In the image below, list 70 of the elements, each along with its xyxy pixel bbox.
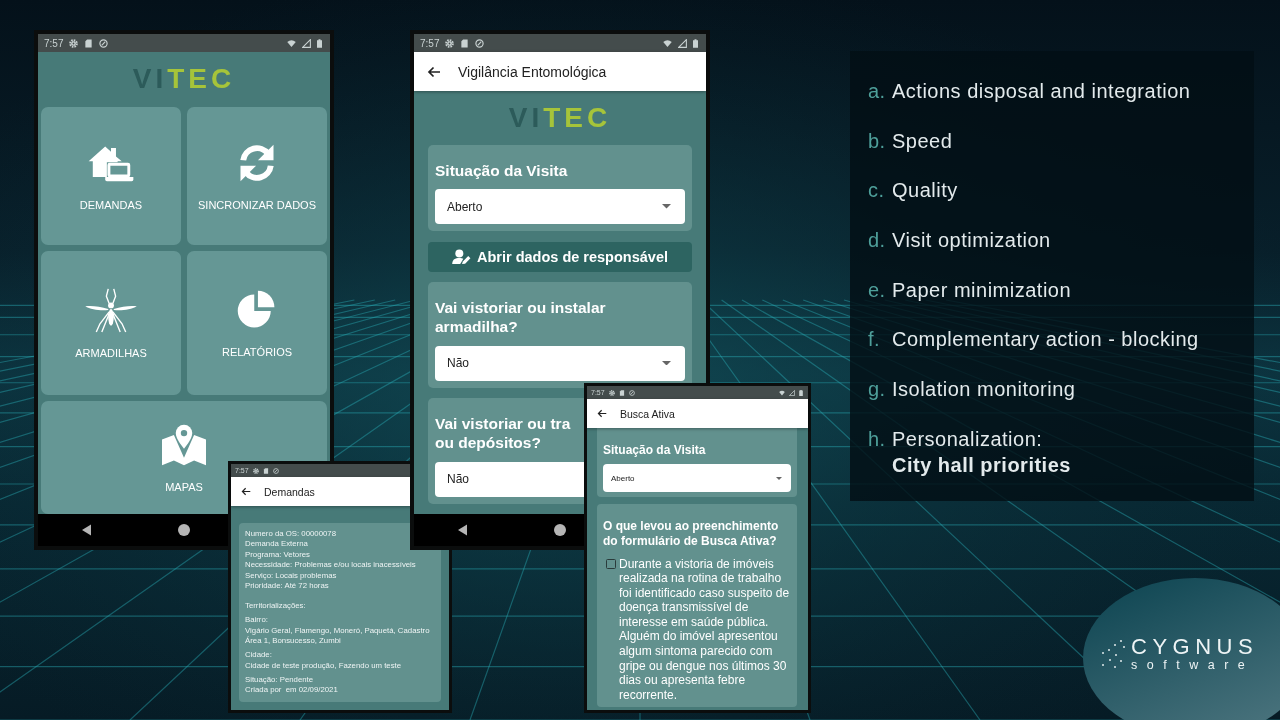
list-marker: e. xyxy=(868,277,887,303)
mosquito-icon xyxy=(83,287,139,333)
benefit-text: Speed xyxy=(892,128,953,154)
field-label: ou depósitos? xyxy=(435,433,541,453)
circle-slash-icon xyxy=(272,467,279,474)
gear-icon xyxy=(252,467,259,474)
home-icon[interactable] xyxy=(554,524,566,536)
circle-slash-icon xyxy=(475,38,485,48)
back-icon[interactable] xyxy=(80,524,93,536)
field-label: Situação da Visita xyxy=(435,160,568,180)
field-label: O que levou ao preenchimento do formulário de Busca Ativa? xyxy=(603,519,780,549)
back-icon[interactable] xyxy=(456,524,469,536)
wifi-icon xyxy=(287,38,296,48)
company-tagline: software xyxy=(1131,659,1255,671)
open-details-button[interactable]: Abrir dados de responsável xyxy=(428,241,692,272)
sd-card-icon xyxy=(460,38,470,48)
signal-icon xyxy=(302,38,311,48)
wifi-icon xyxy=(779,389,785,396)
battery-icon xyxy=(799,389,803,396)
dropdown[interactable]: Aberto xyxy=(435,189,685,224)
status-time: 7:57 xyxy=(420,37,440,49)
field-label: Vai vistoriar ou tra xyxy=(435,413,571,433)
list-marker: a. xyxy=(868,79,887,104)
wifi-icon xyxy=(663,38,672,48)
home-icon[interactable] xyxy=(178,524,190,536)
battery-icon xyxy=(317,38,322,48)
gear-icon xyxy=(69,38,79,48)
screen-title: Vigilância Entomológica xyxy=(458,63,607,80)
signal-icon xyxy=(678,38,687,48)
status-time: 7:57 xyxy=(44,37,64,49)
signal-icon xyxy=(789,389,795,396)
user-edit-icon xyxy=(452,248,472,265)
field-label: Situação da Visita xyxy=(603,443,706,458)
benefit-text: Personalization: xyxy=(892,426,1043,452)
dropdown[interactable]: Aberto xyxy=(603,464,791,492)
list-marker: c. xyxy=(868,178,886,204)
checkbox[interactable] xyxy=(606,559,616,569)
list-marker: d. xyxy=(868,228,887,254)
screen-title: Demandas xyxy=(264,485,315,498)
sd-card-icon xyxy=(262,467,269,474)
back-arrow-icon[interactable] xyxy=(241,487,251,496)
dot-pattern-icon xyxy=(1101,639,1125,669)
caret-icon xyxy=(662,360,671,366)
benefit-highlight: City hall priorities xyxy=(892,452,1071,478)
circle-slash-icon xyxy=(99,38,109,48)
benefit-text: Isolation monitoring xyxy=(892,377,1076,403)
dropdown[interactable]: Não xyxy=(435,345,685,381)
gear-icon xyxy=(608,389,615,396)
screen-title: Busca Ativa xyxy=(620,407,675,420)
sd-card-icon xyxy=(84,38,94,48)
benefit-text: Complementary action - blocking xyxy=(892,327,1199,353)
battery-icon xyxy=(693,38,698,48)
benefit-text: Paper minimization xyxy=(892,277,1072,303)
caret-icon xyxy=(662,204,671,209)
circle-slash-icon xyxy=(628,389,635,396)
list-marker: h. xyxy=(868,426,887,452)
list-marker: g. xyxy=(868,377,887,403)
map-pin-icon xyxy=(160,422,208,467)
company-name: CYGNUS xyxy=(1131,637,1259,657)
gear-icon xyxy=(445,38,455,48)
benefit-text: Visit optimization xyxy=(892,228,1051,254)
list-marker: b. xyxy=(868,128,887,154)
caret-icon xyxy=(776,476,782,480)
back-arrow-icon[interactable] xyxy=(597,409,607,418)
benefit-text: Quality xyxy=(892,178,958,204)
list-marker: f. xyxy=(868,327,882,353)
back-arrow-icon[interactable] xyxy=(427,65,441,78)
field-label: Vai vistoriar ou instalar armadilha? xyxy=(435,297,607,337)
option-text: Durante a vistoria de imóveis realizada na rotina de trabalho foi identificado caso suspeito de doença transmissível de interesse em saúde pública. Alguém do imóvel apresentou algum sintoma parecido com gripe ou dengue nos últimos 30 dias ou apresenta febre recorrente. xyxy=(619,556,791,703)
benefit-text: Actions disposal and integration xyxy=(892,79,1191,104)
